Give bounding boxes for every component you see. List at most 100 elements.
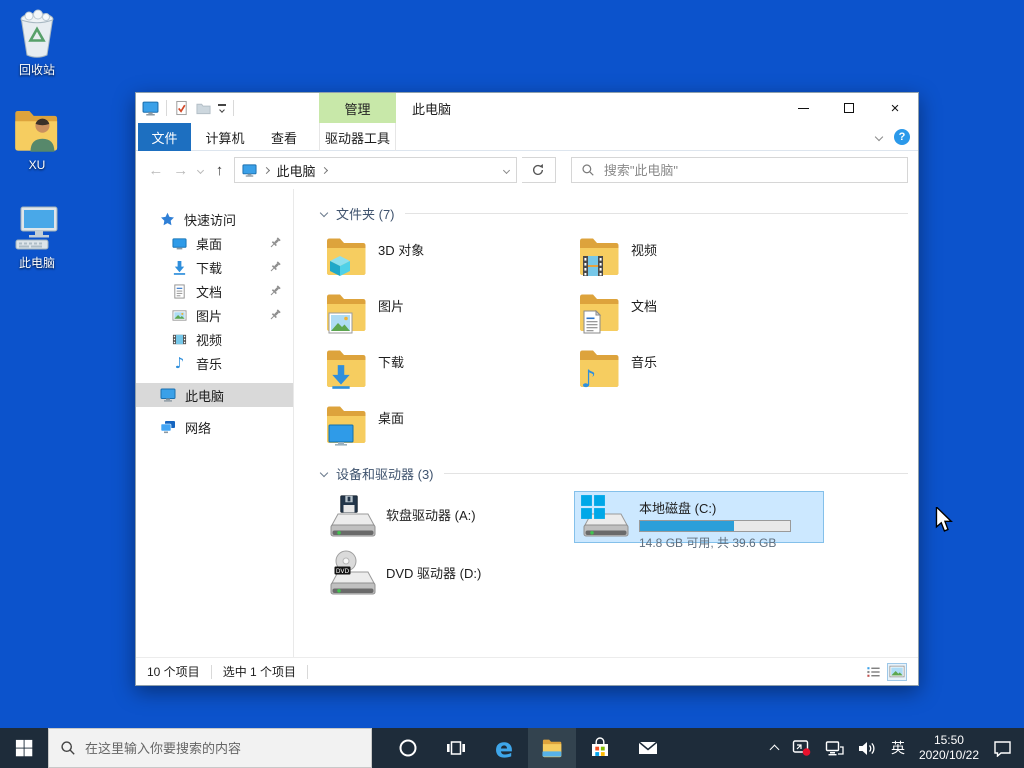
desktop-icon [172, 237, 187, 249]
this-pc-icon [160, 388, 176, 403]
mail-button[interactable] [624, 728, 672, 768]
desktop-icon-recycle-bin[interactable]: 回收站 [0, 8, 74, 77]
folder-tile-pictures[interactable]: 图片 [321, 287, 574, 343]
action-center-button[interactable] [986, 728, 1024, 768]
properties-icon[interactable] [174, 100, 189, 116]
film-icon [583, 256, 603, 276]
sidebar-item-quick-access[interactable]: 快速访问 [136, 207, 293, 231]
pictures-icon [172, 309, 187, 321]
folder-tile-documents[interactable]: 文档 [574, 287, 827, 343]
address-bar-row: ← → ↑ 此电脑 [136, 151, 918, 189]
sidebar-item-documents[interactable]: 文档 [136, 279, 293, 303]
taskbar-clock[interactable]: 15:50 2020/10/22 [912, 728, 986, 768]
task-view-button[interactable] [432, 728, 480, 768]
drive-capacity-text: 14.8 GB 可用, 共 39.6 GB [639, 536, 777, 550]
taskbar-search-box[interactable] [48, 728, 372, 768]
tile-label: 桌面 [378, 411, 405, 426]
minimize-button[interactable] [780, 93, 826, 123]
ime-indicator[interactable]: 英 [884, 728, 912, 768]
explorer-search-box[interactable] [570, 157, 909, 183]
section-header-devices[interactable]: 设备和驱动器 (3) [319, 463, 908, 483]
folder-tile-downloads[interactable]: 下载 [321, 343, 574, 399]
tray-overflow-button[interactable] [764, 728, 785, 768]
window-title: 此电脑 [412, 101, 452, 117]
new-folder-icon[interactable] [196, 100, 211, 116]
search-icon [582, 164, 594, 176]
large-icons-view-button[interactable] [887, 662, 907, 681]
folder-tile-videos[interactable]: 视频 [574, 231, 827, 287]
section-header-folders[interactable]: 文件夹 (7) [319, 203, 908, 223]
forward-button[interactable]: → [171, 162, 191, 179]
taskbar-search-input[interactable] [85, 740, 360, 756]
edge-button[interactable]: e [480, 728, 528, 768]
tab-drive-tools[interactable]: 驱动器工具 [319, 123, 396, 151]
pin-icon [269, 237, 281, 249]
tab-file[interactable]: 文件 [138, 123, 191, 151]
folder-tile-music[interactable]: ♪ 音乐 [574, 343, 827, 399]
start-button[interactable] [0, 728, 48, 768]
explorer-window: 管理 此电脑 × 文件 计算机 查看 驱动器工具 ? ← → ↑ 此电脑 搜索"… [135, 92, 919, 686]
drive-tile-dvd-d[interactable]: DVD DVD 驱动器 (D:) [321, 549, 571, 601]
clock-time: 15:50 [933, 733, 964, 747]
up-button[interactable]: ↑ [210, 162, 230, 179]
refresh-button[interactable] [522, 157, 556, 183]
tab-computer[interactable]: 计算机 [197, 123, 253, 151]
user-folder-icon [15, 110, 58, 152]
quick-access-star-icon [161, 212, 174, 225]
sidebar-item-desktop[interactable]: 桌面 [136, 231, 293, 255]
file-explorer-button[interactable] [528, 728, 576, 768]
window-system-icon[interactable] [142, 100, 159, 117]
tray-cast-notification-button[interactable] [785, 728, 818, 768]
collapse-section-icon[interactable] [319, 468, 329, 478]
quick-access-toolbar [142, 97, 234, 119]
document-icon [174, 283, 185, 299]
svg-text:DVD: DVD [336, 568, 350, 575]
this-pc-mini-icon [242, 163, 257, 177]
pin-icon [269, 309, 281, 321]
contextual-tab-header[interactable]: 管理 [319, 93, 396, 123]
close-button[interactable]: × [872, 93, 918, 123]
folder-tile-3d-objects[interactable]: 3D 对象 [321, 231, 574, 287]
sidebar-item-music[interactable]: ♪ 音乐 [136, 351, 293, 375]
cortana-button[interactable] [384, 728, 432, 768]
explorer-search-input[interactable] [603, 162, 899, 178]
sidebar-item-pictures[interactable]: 图片 [136, 303, 293, 327]
address-dropdown-icon[interactable] [503, 166, 511, 174]
recent-locations-icon[interactable] [196, 166, 204, 174]
tab-view[interactable]: 查看 [257, 123, 311, 151]
capacity-bar [639, 520, 791, 532]
qat-separator [166, 100, 167, 116]
address-breadcrumb[interactable]: 此电脑 [234, 157, 518, 183]
mouse-cursor [935, 507, 953, 532]
breadcrumb-chevron-icon[interactable] [263, 166, 271, 174]
this-pc-icon [15, 206, 58, 250]
sidebar-item-videos[interactable]: 视频 [136, 327, 293, 351]
microsoft-store-button[interactable] [576, 728, 624, 768]
drive-tile-floppy-a[interactable]: 软盘驱动器 (A:) [321, 491, 571, 543]
desktop-icon-label: XU [28, 158, 46, 172]
sidebar-item-this-pc[interactable]: 此电脑 [136, 383, 293, 407]
back-button[interactable]: ← [146, 162, 166, 179]
sidebar-item-downloads[interactable]: 下载 [136, 255, 293, 279]
customize-qat-dropdown-icon[interactable] [218, 104, 226, 113]
picture-icon [328, 312, 353, 334]
maximize-button[interactable] [826, 93, 872, 123]
help-icon[interactable]: ? [894, 129, 910, 145]
collapse-section-icon[interactable] [319, 208, 329, 218]
breadcrumb-path[interactable]: 此电脑 [276, 161, 315, 180]
folder-tile-desktop[interactable]: 桌面 [321, 399, 574, 455]
desktop-icon-this-pc[interactable]: 此电脑 [0, 203, 74, 270]
taskbar: e 英 15:50 2020/10/22 [0, 728, 1024, 768]
c-drive-capacity-fill [640, 521, 734, 531]
sidebar-item-network[interactable]: 网络 [136, 415, 293, 439]
collapse-ribbon-icon[interactable] [874, 132, 884, 142]
file-explorer-icon [542, 739, 562, 758]
desktop-icon-user-folder[interactable]: XU [0, 105, 74, 172]
details-view-button[interactable] [863, 663, 883, 681]
breadcrumb-chevron-icon[interactable] [321, 166, 329, 174]
tray-volume-button[interactable] [851, 728, 884, 768]
tile-label: 视频 [631, 243, 658, 258]
drive-tile-local-c[interactable]: 本地磁盘 (C:) 14.8 GB 可用, 共 39.6 GB [574, 491, 824, 550]
search-icon [61, 741, 75, 755]
tray-network-button[interactable] [818, 728, 851, 768]
